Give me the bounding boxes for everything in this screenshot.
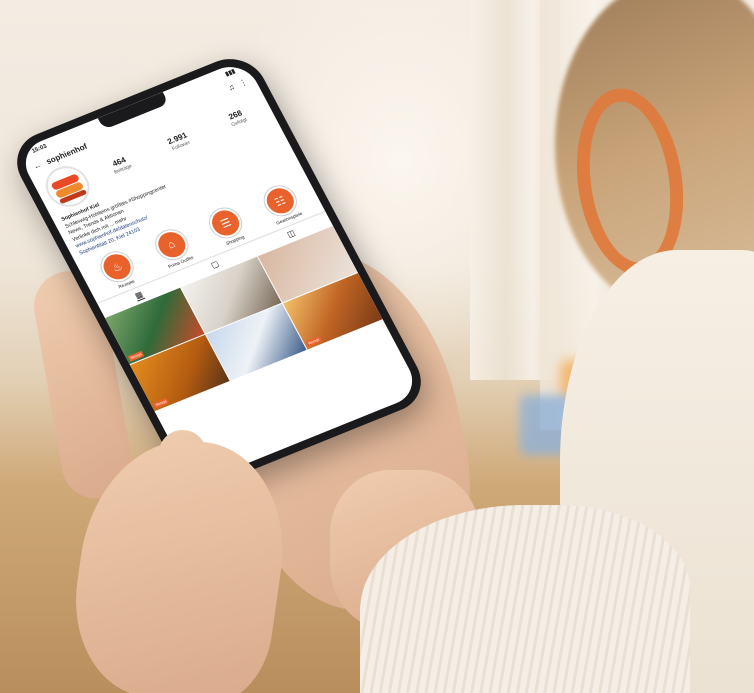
highlight-prima-outfits[interactable]: ⌂ Prima Outfits [150, 225, 196, 270]
highlight-shopping[interactable]: ☰ Shopping [204, 203, 250, 248]
reels-icon[interactable]: ▢ [209, 259, 221, 271]
stat-followers[interactable]: 2.991 Follower [151, 125, 207, 159]
tagged-icon[interactable]: ◫ [285, 228, 297, 240]
more-options-icon[interactable]: ⋮ [237, 77, 249, 88]
grid-icon[interactable]: ▦ [133, 289, 146, 302]
post-tag: Rezept [305, 335, 323, 348]
highlight-rezepte[interactable]: ♨ Rezepte [96, 247, 141, 292]
back-arrow-icon[interactable]: ← [31, 160, 43, 171]
post-tag: Rezept [152, 397, 170, 409]
stat-following[interactable]: 268 Gefolgt [209, 101, 265, 135]
photo-scene: 15:03 ▮▮▮ ← sophienhof ♫ ⋮ 464 Beiträge … [0, 0, 754, 693]
highlight-gewinnspiele[interactable]: ☷ Gewinnspiele [259, 182, 304, 226]
signal-icon: ▮▮▮ [224, 68, 237, 78]
stat-posts[interactable]: 464 Beiträge [93, 148, 149, 182]
bell-icon[interactable]: ♫ [226, 82, 236, 92]
